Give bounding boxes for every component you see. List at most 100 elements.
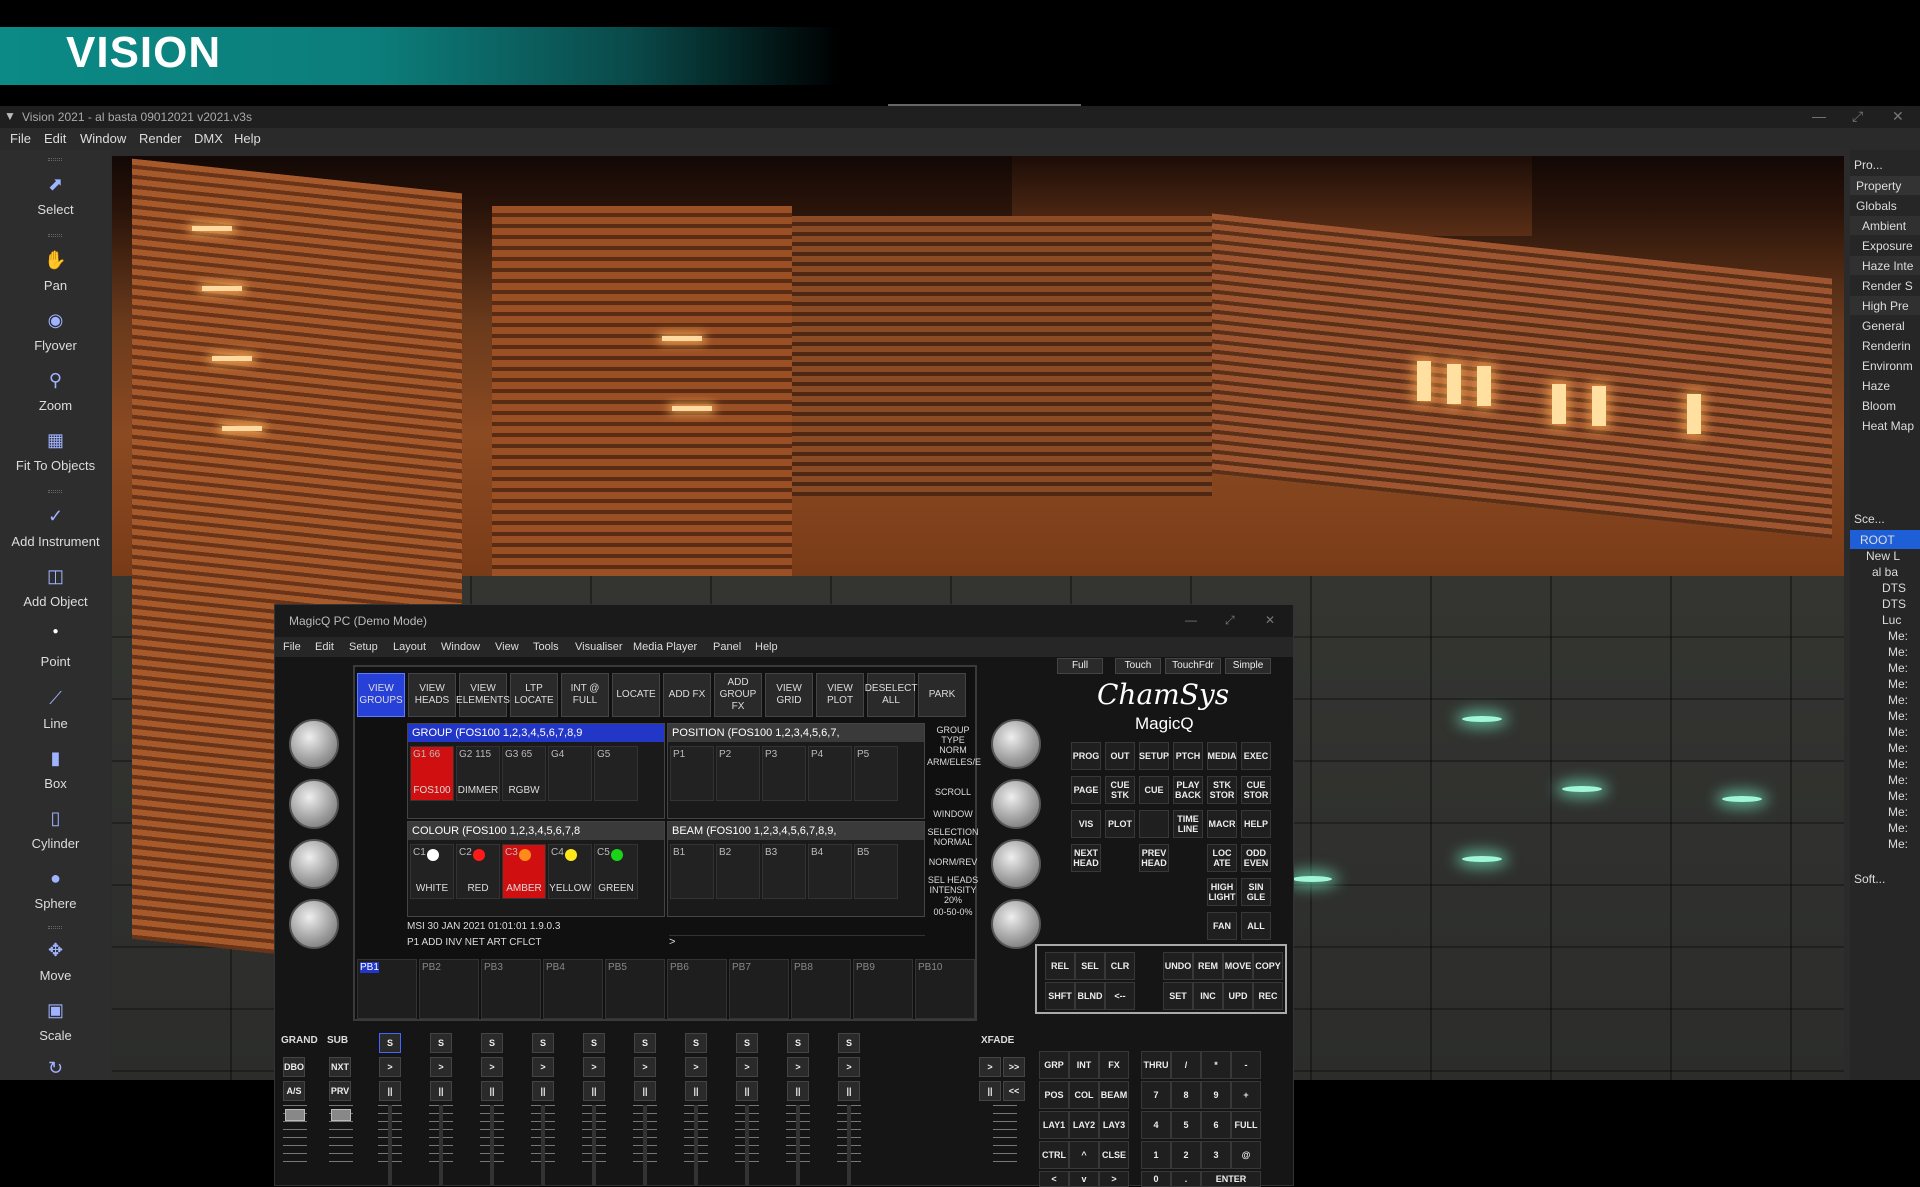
position-cell[interactable]: P1: [670, 746, 714, 801]
key-9[interactable]: 9: [1201, 1081, 1231, 1109]
playback-go-button[interactable]: >: [634, 1057, 656, 1077]
key-setup[interactable]: SETUP: [1139, 742, 1169, 770]
key-down[interactable]: v: [1069, 1171, 1099, 1187]
position-cell[interactable]: P4: [808, 746, 852, 801]
group-cell[interactable]: G2 115 DIMMER: [456, 746, 500, 801]
key-rem[interactable]: REM: [1193, 952, 1223, 980]
mq-menu-panel[interactable]: Panel: [713, 641, 741, 653]
minimize-icon[interactable]: —: [1812, 108, 1826, 124]
key-help[interactable]: HELP: [1241, 810, 1271, 838]
key-move[interactable]: MOVE: [1223, 952, 1253, 980]
position-cell[interactable]: P2: [716, 746, 760, 801]
key-ptch[interactable]: PTCH: [1173, 742, 1203, 770]
key-enter[interactable]: ENTER: [1201, 1171, 1261, 1187]
key-backspace[interactable]: <--: [1105, 982, 1135, 1010]
view-plot-button[interactable]: VIEW PLOT: [816, 673, 864, 717]
playback-fader[interactable]: [847, 1105, 851, 1185]
key-left[interactable]: <: [1039, 1171, 1069, 1187]
playback-9[interactable]: PB9: [853, 959, 913, 1019]
key-clr[interactable]: CLR: [1105, 952, 1135, 980]
playback-6[interactable]: PB6: [667, 959, 727, 1019]
key-0[interactable]: 0: [1141, 1171, 1171, 1187]
encoder-knob[interactable]: [289, 719, 339, 769]
scene-item[interactable]: Me:: [1850, 834, 1920, 853]
key-cue-stor[interactable]: CUE STOR: [1241, 776, 1271, 804]
grand-master-fader[interactable]: [285, 1109, 305, 1121]
side-soft-button[interactable]: NORM/REV: [927, 857, 979, 867]
key-stk-stor[interactable]: STK STOR: [1207, 776, 1237, 804]
side-soft-button[interactable]: 00-50-0%: [927, 907, 979, 917]
key-star[interactable]: *: [1201, 1051, 1231, 1079]
side-soft-button[interactable]: SELECTION NORMAL: [927, 827, 979, 847]
colour-cell[interactable]: C2 RED: [456, 844, 500, 899]
beam-cell[interactable]: B5: [854, 844, 898, 899]
close-icon[interactable]: ✕: [1892, 108, 1904, 125]
beam-cell[interactable]: B2: [716, 844, 760, 899]
mq-menu-media-player[interactable]: Media Player: [633, 641, 697, 653]
playback-1[interactable]: PB1: [357, 959, 417, 1019]
key-rel[interactable]: REL: [1045, 952, 1075, 980]
key-sel[interactable]: SEL: [1075, 952, 1105, 980]
playback-fader[interactable]: [643, 1105, 647, 1185]
key-out[interactable]: OUT: [1105, 742, 1135, 770]
key-clse[interactable]: CLSE: [1099, 1141, 1129, 1169]
xfade-fader[interactable]: [993, 1105, 1017, 1165]
maximize-icon[interactable]: ⤢: [1225, 613, 1235, 628]
menu-file[interactable]: File: [10, 131, 31, 146]
tool-cylinder[interactable]: ▯ Cylinder: [0, 808, 111, 851]
property-row[interactable]: Render S: [1850, 276, 1920, 295]
key-6[interactable]: 6: [1201, 1111, 1231, 1139]
group-cell[interactable]: G5: [594, 746, 638, 801]
colour-cell[interactable]: C4 YELLOW: [548, 844, 592, 899]
playback-go-button[interactable]: >: [583, 1057, 605, 1077]
tool-sphere[interactable]: ● Sphere: [0, 868, 111, 911]
key-full[interactable]: FULL: [1231, 1111, 1261, 1139]
mq-menu-help[interactable]: Help: [755, 641, 778, 653]
tool-pan[interactable]: ✋ Pan: [0, 250, 111, 293]
tool-select[interactable]: ⬈ Select: [0, 174, 111, 217]
encoder-knob[interactable]: [991, 779, 1041, 829]
key-single[interactable]: SIN GLE: [1241, 878, 1271, 906]
park-button[interactable]: PARK: [918, 673, 966, 717]
playback-pause-button[interactable]: ||: [481, 1081, 503, 1101]
playback-pause-button[interactable]: ||: [583, 1081, 605, 1101]
key-col[interactable]: COL: [1069, 1081, 1099, 1109]
property-row[interactable]: Exposure: [1850, 236, 1920, 255]
property-row[interactable]: Haze: [1850, 376, 1920, 395]
mq-menu-edit[interactable]: Edit: [315, 641, 334, 653]
playback-pause-button[interactable]: ||: [787, 1081, 809, 1101]
colour-cell[interactable]: C5 GREEN: [594, 844, 638, 899]
key-7[interactable]: 7: [1141, 1081, 1171, 1109]
maximize-icon[interactable]: ⤢: [1852, 108, 1863, 125]
key-fx[interactable]: FX: [1099, 1051, 1129, 1079]
key-right[interactable]: >: [1099, 1171, 1129, 1187]
key-prev-head[interactable]: PREV HEAD: [1139, 844, 1169, 872]
group-cell[interactable]: G4: [548, 746, 592, 801]
menu-help[interactable]: Help: [234, 131, 261, 146]
key-all[interactable]: ALL: [1241, 912, 1271, 940]
playback-go-button[interactable]: >: [685, 1057, 707, 1077]
playback-3[interactable]: PB3: [481, 959, 541, 1019]
tool-move[interactable]: ✥ Move: [0, 940, 111, 983]
key-at[interactable]: @: [1231, 1141, 1261, 1169]
key-odd-even[interactable]: ODD EVEN: [1241, 844, 1271, 872]
mq-menu-visualiser[interactable]: Visualiser: [575, 641, 623, 653]
mq-menu-layout[interactable]: Layout: [393, 641, 426, 653]
tool-line[interactable]: ⟋ Line: [0, 688, 111, 731]
position-cell[interactable]: P5: [854, 746, 898, 801]
key-8[interactable]: 8: [1171, 1081, 1201, 1109]
playback-fader[interactable]: [694, 1105, 698, 1185]
playback-2[interactable]: PB2: [419, 959, 479, 1019]
xfade-button[interactable]: >: [979, 1057, 1001, 1077]
locate-button[interactable]: LOCATE: [612, 673, 660, 717]
xfade-button[interactable]: >>: [1003, 1057, 1025, 1077]
property-row[interactable]: Ambient: [1850, 216, 1920, 235]
key-time-line[interactable]: TIME LINE: [1173, 810, 1203, 838]
view-elements-button[interactable]: VIEW ELEMENTS: [456, 673, 510, 717]
key-lay1[interactable]: LAY1: [1039, 1111, 1069, 1139]
playback-go-button[interactable]: >: [430, 1057, 452, 1077]
beam-cell[interactable]: B3: [762, 844, 806, 899]
property-row[interactable]: Haze Inte: [1850, 256, 1920, 275]
key-3[interactable]: 3: [1201, 1141, 1231, 1169]
playback-fader[interactable]: [796, 1105, 800, 1185]
